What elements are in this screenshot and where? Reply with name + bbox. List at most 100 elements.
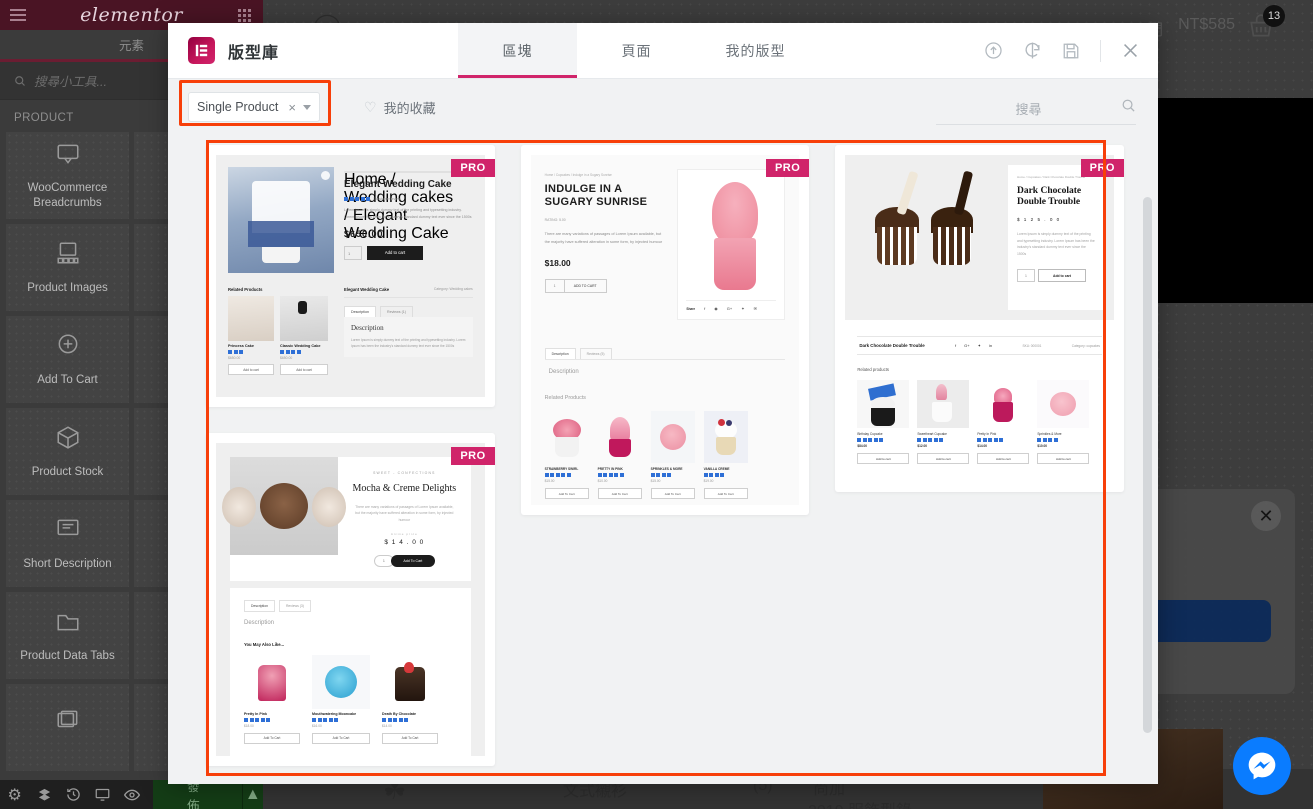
chevron-down-icon[interactable] xyxy=(303,104,311,110)
layers-icon[interactable] xyxy=(29,787,58,802)
related-item[interactable]: SPRINKLES & MORE $15.00 Add To Cart xyxy=(650,411,695,499)
related-item[interactable]: Death By Chocolate $14.00 Add To Cart xyxy=(382,654,438,744)
modal-actions xyxy=(984,23,1158,78)
add-to-cart-button[interactable]: Add to cart xyxy=(280,364,328,375)
add-to-cart-button[interactable]: Add To Cart xyxy=(390,554,435,567)
related-image xyxy=(1037,380,1090,428)
add-to-cart-button[interactable]: Add to cart xyxy=(977,453,1030,464)
qty-input[interactable]: 1 xyxy=(344,245,362,260)
save-icon[interactable] xyxy=(1062,42,1080,60)
category-filter-select[interactable]: Single Product × xyxy=(188,92,320,122)
add-to-cart-button[interactable]: Add to cart xyxy=(917,453,970,464)
add-to-cart-button[interactable]: Add To Cart xyxy=(650,488,695,499)
related-image xyxy=(703,411,748,463)
add-to-cart-button[interactable]: Add To Cart xyxy=(382,732,438,744)
template-card[interactable]: PRO Home / Wedding cakes / Elegant Weddi… xyxy=(206,145,495,407)
linkedin-icon[interactable]: in xyxy=(989,343,992,348)
close-icon[interactable] xyxy=(1121,41,1140,60)
modal-scrollbar-thumb[interactable] xyxy=(1143,197,1152,733)
related-item[interactable]: Pretty In Pink $14.00 Add to cart xyxy=(977,380,1030,464)
widget-item-add-to-cart[interactable]: Add To Cart xyxy=(6,316,129,403)
add-to-cart-button[interactable]: Add To Cart xyxy=(703,488,748,499)
tab-description[interactable]: Description xyxy=(344,306,376,317)
add-to-cart-button[interactable]: Add To Cart xyxy=(312,732,370,744)
widget-item-woocommerce-breadcrumbs[interactable]: WooCommerce Breadcrumbs xyxy=(6,132,129,219)
add-to-cart-button[interactable]: Add to cart xyxy=(857,453,910,464)
tab-pages[interactable]: 頁面 xyxy=(577,23,696,78)
related-image xyxy=(544,411,589,463)
add-to-cart-button[interactable]: Add To Cart xyxy=(544,488,589,499)
widget-item-unnamed-12[interactable] xyxy=(6,684,129,771)
add-to-cart-button[interactable]: Add To Cart xyxy=(244,732,300,744)
related-item[interactable]: STRAWBERRY SWIRL $15.00 Add To Cart xyxy=(544,411,589,499)
template-card[interactable]: PRO Home / Cupcakes / Indulge in a Sugar… xyxy=(520,145,810,515)
related-item[interactable]: Princess Cake $650.00 Add to cart xyxy=(228,296,274,375)
product-body: There are many variations of passages of… xyxy=(355,504,454,523)
instagram-icon[interactable]: ◉ xyxy=(714,306,718,311)
history-icon[interactable] xyxy=(59,787,88,802)
related-item[interactable]: Pretty In Pink $18.00 Add To Cart xyxy=(244,654,300,744)
tab-reviews[interactable]: Reviews (1) xyxy=(379,306,413,317)
widget-item-product-images[interactable]: Product Images xyxy=(6,224,129,311)
qty-input[interactable]: 1 xyxy=(1016,269,1035,283)
messenger-bubble-icon[interactable] xyxy=(1233,737,1291,795)
pro-badge: PRO xyxy=(451,159,495,177)
tab-blocks[interactable]: 區塊 xyxy=(458,23,577,78)
add-to-cart-button[interactable]: Add to cart xyxy=(228,364,274,375)
add-to-cart-button[interactable]: Add to cart xyxy=(1037,453,1090,464)
add-to-cart-button[interactable]: ADD TO CART xyxy=(564,278,607,293)
close-icon[interactable]: ✕ xyxy=(1251,501,1281,531)
google-plus-icon[interactable]: G+ xyxy=(727,306,732,311)
add-to-cart-icon xyxy=(55,332,81,362)
upload-icon[interactable] xyxy=(984,41,1003,60)
email-icon[interactable]: ✉ xyxy=(754,306,757,311)
publish-button[interactable]: 發佈 xyxy=(153,780,242,809)
heart-icon: ♡ xyxy=(364,98,377,115)
related-name: Pretty In Pink xyxy=(977,432,997,436)
clear-filter-icon[interactable]: × xyxy=(288,100,296,115)
twitter-icon[interactable]: ✦ xyxy=(978,343,981,348)
widget-item-product-data-tabs[interactable]: Product Data Tabs xyxy=(6,592,129,679)
related-item[interactable]: Sweetheart Cupcake $12.00 Add to cart xyxy=(917,380,970,464)
widget-item-short-description[interactable]: Short Description xyxy=(6,500,129,587)
responsive-icon[interactable] xyxy=(88,787,117,802)
related-item[interactable]: Classic Wedding Cake $650.00 Add to cart xyxy=(280,296,328,375)
add-to-cart-button[interactable]: Add to cart xyxy=(1037,269,1086,283)
template-card[interactable]: PRO SWEET - CONFECTIONS Mocha & Creme De… xyxy=(206,433,495,766)
settings-icon[interactable]: ⚙ xyxy=(0,785,29,805)
product-price: $ 1 2 5 . 0 0 xyxy=(1016,216,1061,222)
related-item[interactable]: Mouthwatering Mooncake $16.00 Add To Car… xyxy=(312,654,370,744)
editor-bottom-bar: ⚙ 發佈 ▲ xyxy=(0,780,263,809)
add-to-cart-button[interactable]: Add to cart xyxy=(367,245,423,260)
template-thumbnail: Home / Cupcakes / Indulge in a Sugary Su… xyxy=(530,155,800,505)
sync-icon[interactable] xyxy=(1023,41,1042,60)
product-images-icon xyxy=(55,240,81,270)
template-card[interactable]: PRO Home / Cupcakes / Dark Chocolate Dou… xyxy=(835,145,1124,492)
tab-reviews[interactable]: Reviews (5) xyxy=(579,348,612,359)
qty-input[interactable]: 1 xyxy=(544,278,565,293)
search-input[interactable]: 搜尋 xyxy=(936,98,1136,125)
widget-item-product-stock[interactable]: Product Stock xyxy=(6,408,129,495)
add-to-cart-button[interactable]: Add To Cart xyxy=(597,488,642,499)
related-item[interactable]: Sprinkles & More $10.00 Add to cart xyxy=(1037,380,1090,464)
publish-options-icon[interactable]: ▲ xyxy=(241,780,263,809)
related-item[interactable]: PRETTY IN PINK $10.00 Add To Cart xyxy=(597,411,642,499)
section-heading: Description xyxy=(351,324,384,332)
tab-description[interactable]: Description xyxy=(544,348,576,359)
related-heading: Related Products xyxy=(544,395,587,401)
facebook-icon[interactable]: f xyxy=(704,306,705,311)
tab-my-templates[interactable]: 我的版型 xyxy=(696,23,815,78)
apps-grid-icon[interactable] xyxy=(238,9,251,22)
twitter-icon[interactable]: ✦ xyxy=(741,306,744,311)
menu-icon[interactable] xyxy=(10,9,26,24)
related-name: PRETTY IN PINK xyxy=(597,467,623,471)
favorites-filter[interactable]: ♡ 我的收藏 xyxy=(364,98,436,117)
google-plus-icon[interactable]: G+ xyxy=(964,343,969,348)
related-item[interactable]: Birthday Cupcake $84.00 Add to cart xyxy=(857,380,910,464)
tab-reviews[interactable]: Reviews (3) xyxy=(278,599,311,612)
template-thumbnail: SWEET - CONFECTIONS Mocha & Creme Deligh… xyxy=(216,443,485,756)
facebook-icon[interactable]: f xyxy=(955,343,956,348)
preview-icon[interactable] xyxy=(118,787,147,803)
related-item[interactable]: VANILLA CREME $19.00 Add To Cart xyxy=(703,411,748,499)
tab-description[interactable]: Description xyxy=(244,599,275,612)
